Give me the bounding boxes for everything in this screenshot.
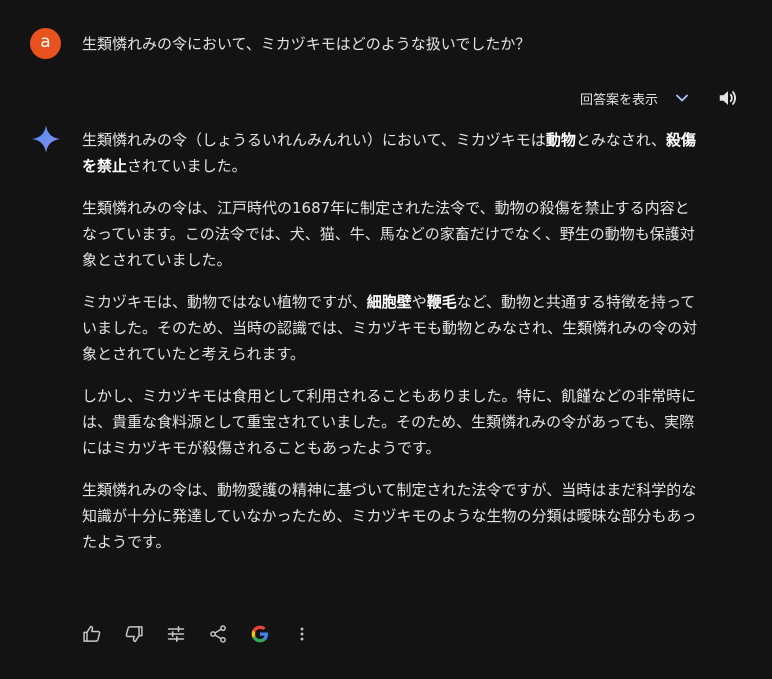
bold-segment: 鞭毛 <box>426 293 457 311</box>
gemini-sparkle-icon <box>30 123 62 155</box>
thumb-up-icon[interactable] <box>80 621 104 647</box>
more-vert-icon[interactable] <box>290 621 314 647</box>
response-paragraph-4: しかし、ミカヅキモは食用として利用されることもありました。特に、飢饉などの非常時… <box>82 387 697 457</box>
avatar[interactable]: a <box>30 28 61 59</box>
response-paragraph-5: 生類憐れみの令は、動物愛護の精神に基づいて制定された法令ですが、当時はまだ科学的… <box>82 481 697 551</box>
thumb-down-icon[interactable] <box>122 621 146 647</box>
chat-page: a 生類憐れみの令において、ミカヅキモはどのような扱いでしたか？ 回答案を表示 <box>0 0 772 679</box>
tune-icon[interactable] <box>164 621 188 647</box>
show-drafts-button[interactable]: 回答案を表示 <box>580 89 658 108</box>
chevron-down-icon[interactable] <box>670 86 694 110</box>
drafts-bar: 回答案を表示 <box>580 86 740 110</box>
user-prompt: a 生類憐れみの令において、ミカヅキモはどのような扱いでしたか？ <box>30 28 530 59</box>
google-icon[interactable] <box>248 621 272 647</box>
user-message: 生類憐れみの令において、ミカヅキモはどのような扱いでしたか？ <box>82 35 531 53</box>
volume-icon[interactable] <box>716 86 740 110</box>
response-actions <box>80 621 332 647</box>
response-paragraph-3: ミカヅキモは、動物ではない植物ですが、細胞壁や鞭毛など、動物と共通する特徴を持っ… <box>82 289 700 367</box>
bold-segment: 細胞壁 <box>366 293 412 311</box>
response-paragraph-2: 生類憐れみの令は、江戸時代の1687年に制定された法令で、動物の殺傷を禁止する内… <box>82 199 695 269</box>
response-body: 生類憐れみの令（しょうるいれんみんれい）において、ミカヅキモは動物とみなされ、殺… <box>82 127 700 571</box>
bold-segment: 動物 <box>545 131 576 149</box>
text-segment: や <box>411 293 427 311</box>
share-icon[interactable] <box>206 621 230 647</box>
text-segment: 生類憐れみの令（しょうるいれんみんれい）において、ミカヅキモは <box>82 131 546 149</box>
text-segment: ミカヅキモは、動物ではない植物ですが、 <box>82 293 367 311</box>
response-paragraph-1: 生類憐れみの令（しょうるいれんみんれい）において、ミカヅキモは動物とみなされ、殺… <box>82 127 700 179</box>
text-segment: とみなされ、 <box>575 131 666 149</box>
text-segment: されていました。 <box>127 157 247 175</box>
